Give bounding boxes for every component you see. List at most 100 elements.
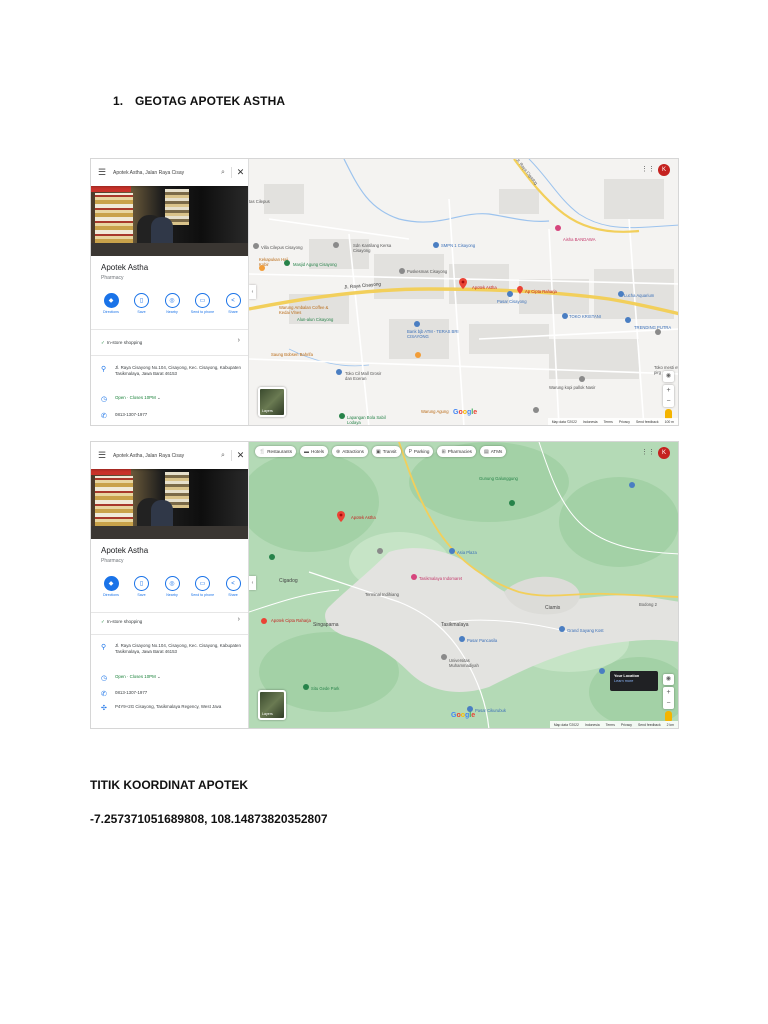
hours-row[interactable]: ◷ Open · Closes 10PM ⌄ — [101, 395, 243, 403]
zoom-in-button[interactable]: + — [663, 687, 674, 698]
feedback-link[interactable]: Send feedback — [636, 420, 659, 424]
avatar[interactable]: K — [658, 164, 670, 176]
chip-restaurants[interactable]: 🍴 Restaurants — [255, 446, 297, 457]
map-view-terrain[interactable]: 🍴 Restaurants ▬ Hotels ⊛ Attractions ▣ Trans… — [249, 442, 678, 728]
place-pin-icon[interactable] — [337, 511, 345, 522]
phone-text: 0813-1307-1977 — [115, 690, 148, 695]
shop-icon[interactable] — [336, 369, 342, 375]
terms-link[interactable]: Terms — [604, 420, 613, 424]
your-location-tooltip[interactable]: Your Location Learn more — [610, 671, 658, 691]
restaurant-icon[interactable] — [415, 352, 421, 358]
instore-row[interactable]: ✓ In-store shopping — [101, 340, 142, 346]
chevron-right-icon[interactable]: › — [238, 337, 240, 344]
poi-icon[interactable] — [253, 243, 259, 249]
park-icon[interactable] — [339, 413, 345, 419]
photo-shelf — [95, 193, 133, 243]
privacy-link[interactable]: Privacy — [621, 723, 632, 727]
shop-icon[interactable] — [625, 317, 631, 323]
restaurant-icon[interactable] — [259, 265, 265, 271]
shop-icon[interactable] — [411, 574, 417, 580]
hours-row[interactable]: ◷ Open · Closes 10PM ⌄ — [101, 674, 243, 682]
share-button[interactable]: < Share — [221, 293, 245, 314]
terms-link[interactable]: Terms — [606, 723, 615, 727]
directions-button[interactable]: ◆ Directions — [99, 576, 123, 597]
hotel-icon[interactable] — [559, 626, 565, 632]
nearby-button[interactable]: ◎ Nearby — [160, 576, 184, 597]
shop-icon[interactable] — [562, 313, 568, 319]
feedback-link[interactable]: Send feedback — [638, 723, 661, 727]
chip-atms[interactable]: ▤ ATMs — [479, 446, 507, 457]
collapse-panel-button[interactable]: ‹ — [249, 576, 256, 590]
street-view-pegman-icon[interactable] — [665, 711, 672, 721]
close-icon[interactable]: ✕ — [231, 450, 248, 461]
chip-transit[interactable]: ▣ Transit — [371, 446, 401, 457]
shopping-icon[interactable] — [449, 548, 455, 554]
hospital-icon[interactable] — [399, 268, 405, 274]
my-location-icon[interactable]: ◉ — [663, 674, 674, 685]
zoom-in-button[interactable]: + — [663, 385, 674, 396]
send-to-phone-button[interactable]: ▭ Send to phone — [191, 576, 215, 597]
atm-icon[interactable] — [414, 321, 420, 327]
mosque-icon[interactable] — [284, 260, 290, 266]
phone-row[interactable]: ✆ 0813-1307-1977 — [101, 412, 243, 420]
park-icon[interactable] — [303, 684, 309, 690]
apps-grid-icon[interactable]: ⋮⋮ — [641, 165, 655, 173]
search-input[interactable]: Apotek Astha, Jalan Raya Cisay — [113, 170, 215, 176]
collapse-panel-button[interactable]: ‹ — [249, 285, 256, 299]
address-row[interactable]: ⚲ Jl. Raya Cisayong No.104, Cisayong, Kec… — [101, 643, 243, 656]
zoom-out-button[interactable]: − — [663, 396, 674, 407]
my-location-icon[interactable]: ◉ — [663, 371, 674, 382]
layers-button[interactable]: Layers — [258, 690, 286, 720]
region-link[interactable]: Indonesia — [583, 420, 598, 424]
place-pin-icon[interactable] — [459, 278, 467, 289]
poi-icon[interactable] — [533, 407, 539, 413]
poi-icon[interactable] — [579, 376, 585, 382]
chip-attractions[interactable]: ⊛ Attractions — [332, 446, 368, 457]
school-icon[interactable] — [433, 242, 439, 248]
shop-icon[interactable] — [629, 482, 635, 488]
learn-more-link[interactable]: Learn more — [614, 679, 654, 684]
nearby-button[interactable]: ◎ Nearby — [160, 293, 184, 314]
instore-row[interactable]: ✓ In-store shopping — [101, 619, 142, 625]
poi-icon[interactable] — [333, 242, 339, 248]
avatar[interactable]: K — [658, 447, 670, 459]
send-to-phone-button[interactable]: ▭ Send to phone — [191, 293, 215, 314]
search-input[interactable]: Apotek Astha, Jalan Raya Cisay — [113, 453, 215, 459]
region-link[interactable]: Indonesia — [585, 723, 600, 727]
pharmacy-pin-icon[interactable] — [517, 286, 523, 294]
poi-icon[interactable] — [377, 548, 383, 554]
shop-icon[interactable] — [618, 291, 624, 297]
school-icon[interactable] — [441, 654, 447, 660]
chevron-right-icon[interactable]: › — [238, 616, 240, 623]
scale-bar[interactable]: 100 m — [665, 420, 674, 424]
shop-icon[interactable] — [599, 668, 605, 674]
search-icon[interactable]: ⌕ — [215, 452, 231, 460]
map-view-street[interactable]: ⋮⋮ K ‹ Jl. Raya Cigadog tas Cilepus Vill… — [249, 159, 678, 425]
poi-icon[interactable] — [655, 329, 661, 335]
apps-grid-icon[interactable]: ⋮⋮ — [641, 448, 655, 456]
save-button[interactable]: ▯ Save — [130, 576, 154, 597]
layers-button[interactable]: Layers — [258, 387, 286, 417]
pluscode-row[interactable]: ✣ P4Y9+2G Cisayong, Tasikmalaya Regency, … — [101, 704, 243, 712]
share-button[interactable]: < Share — [221, 576, 245, 597]
menu-icon[interactable]: ☰ — [91, 167, 113, 178]
save-button[interactable]: ▯ Save — [130, 293, 154, 314]
address-row[interactable]: ⚲ Jl. Raya Cisayong No.104, Cisayong, Kec… — [101, 365, 243, 378]
park-icon[interactable] — [269, 554, 275, 560]
pharmacy-icon[interactable] — [261, 618, 267, 624]
menu-icon[interactable]: ☰ — [91, 450, 113, 461]
chip-hotels[interactable]: ▬ Hotels — [300, 446, 329, 457]
chip-pharmacies[interactable]: ⊞ Pharmacies — [437, 446, 476, 457]
scale-bar[interactable]: 2 km — [667, 723, 674, 727]
park-icon[interactable] — [509, 500, 515, 506]
zoom-out-button[interactable]: − — [663, 698, 674, 709]
directions-button[interactable]: ◆ Directions — [99, 293, 123, 314]
close-icon[interactable]: ✕ — [231, 167, 248, 178]
privacy-link[interactable]: Privacy — [619, 420, 630, 424]
shopping-icon[interactable] — [507, 291, 513, 297]
phone-row[interactable]: ✆ 0813-1307-1977 — [101, 690, 243, 698]
chip-parking[interactable]: P Parking — [404, 446, 434, 457]
shop-icon[interactable] — [459, 636, 465, 642]
shop-icon[interactable] — [555, 225, 561, 231]
search-icon[interactable]: ⌕ — [215, 169, 231, 177]
